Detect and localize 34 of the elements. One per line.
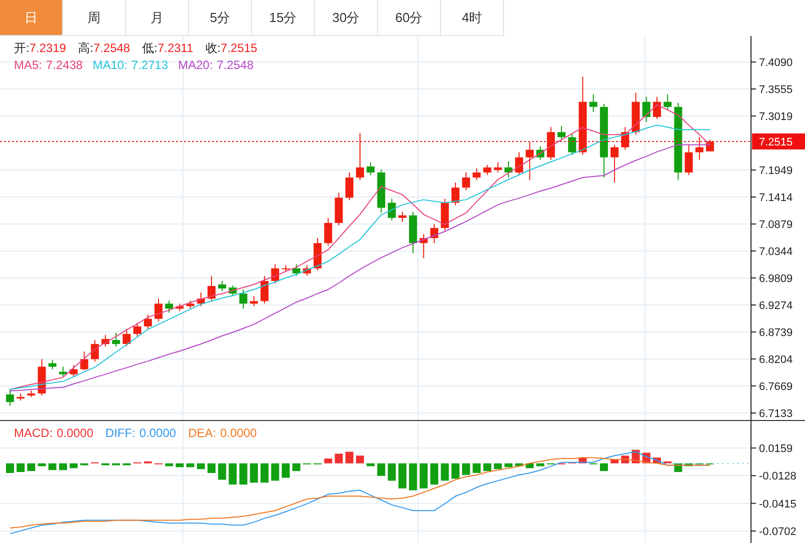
axis-label: 7.1949 xyxy=(759,165,793,177)
indicator-value: 7.2548 xyxy=(216,57,254,74)
indicator-value: 0.0000 xyxy=(56,425,94,442)
axis-label: 6.7133 xyxy=(759,408,793,420)
quote-value: 低:7.2311 xyxy=(142,40,194,57)
axis-label: 7.4090 xyxy=(759,56,793,69)
axis-label: -0.0702 xyxy=(759,526,796,538)
axis-label: -0.0415 xyxy=(759,498,796,510)
axis-label: 7.1414 xyxy=(759,192,793,204)
axis-label: 6.7669 xyxy=(759,380,793,393)
axis-label: 7.3019 xyxy=(759,111,793,124)
indicator-value: 0.0000 xyxy=(220,425,257,442)
indicator-name: DEA: xyxy=(188,425,216,442)
current-price-label: 7.2515 xyxy=(759,136,793,148)
indicator-name: MA10: xyxy=(92,57,128,74)
axis-label: 7.0879 xyxy=(759,219,793,231)
indicator-value: 7.2713 xyxy=(131,57,168,74)
axis-label: 6.9809 xyxy=(759,272,793,285)
quote-value: 开:7.2319 xyxy=(14,40,66,57)
indicator-name: DIFF: xyxy=(105,425,136,442)
indicator-name: MA5: xyxy=(14,57,42,74)
indicator-value: 0.0000 xyxy=(139,425,176,442)
axis-label: 6.8739 xyxy=(759,326,793,339)
axis-label: 6.8204 xyxy=(759,354,793,366)
axis-label: 0.0159 xyxy=(759,443,793,455)
indicator-value: 7.2438 xyxy=(46,57,83,74)
quote-value: 收:7.2515 xyxy=(205,40,258,57)
quote-value: 高:7.2548 xyxy=(78,40,130,57)
axis-label: 7.3555 xyxy=(759,84,793,96)
axis-label: -0.0128 xyxy=(759,470,796,483)
indicator-name: MA20: xyxy=(178,57,213,74)
axis-label: 7.0344 xyxy=(759,246,793,258)
indicator-name: MACD: xyxy=(14,425,53,442)
axis-label: 6.9274 xyxy=(759,300,793,312)
